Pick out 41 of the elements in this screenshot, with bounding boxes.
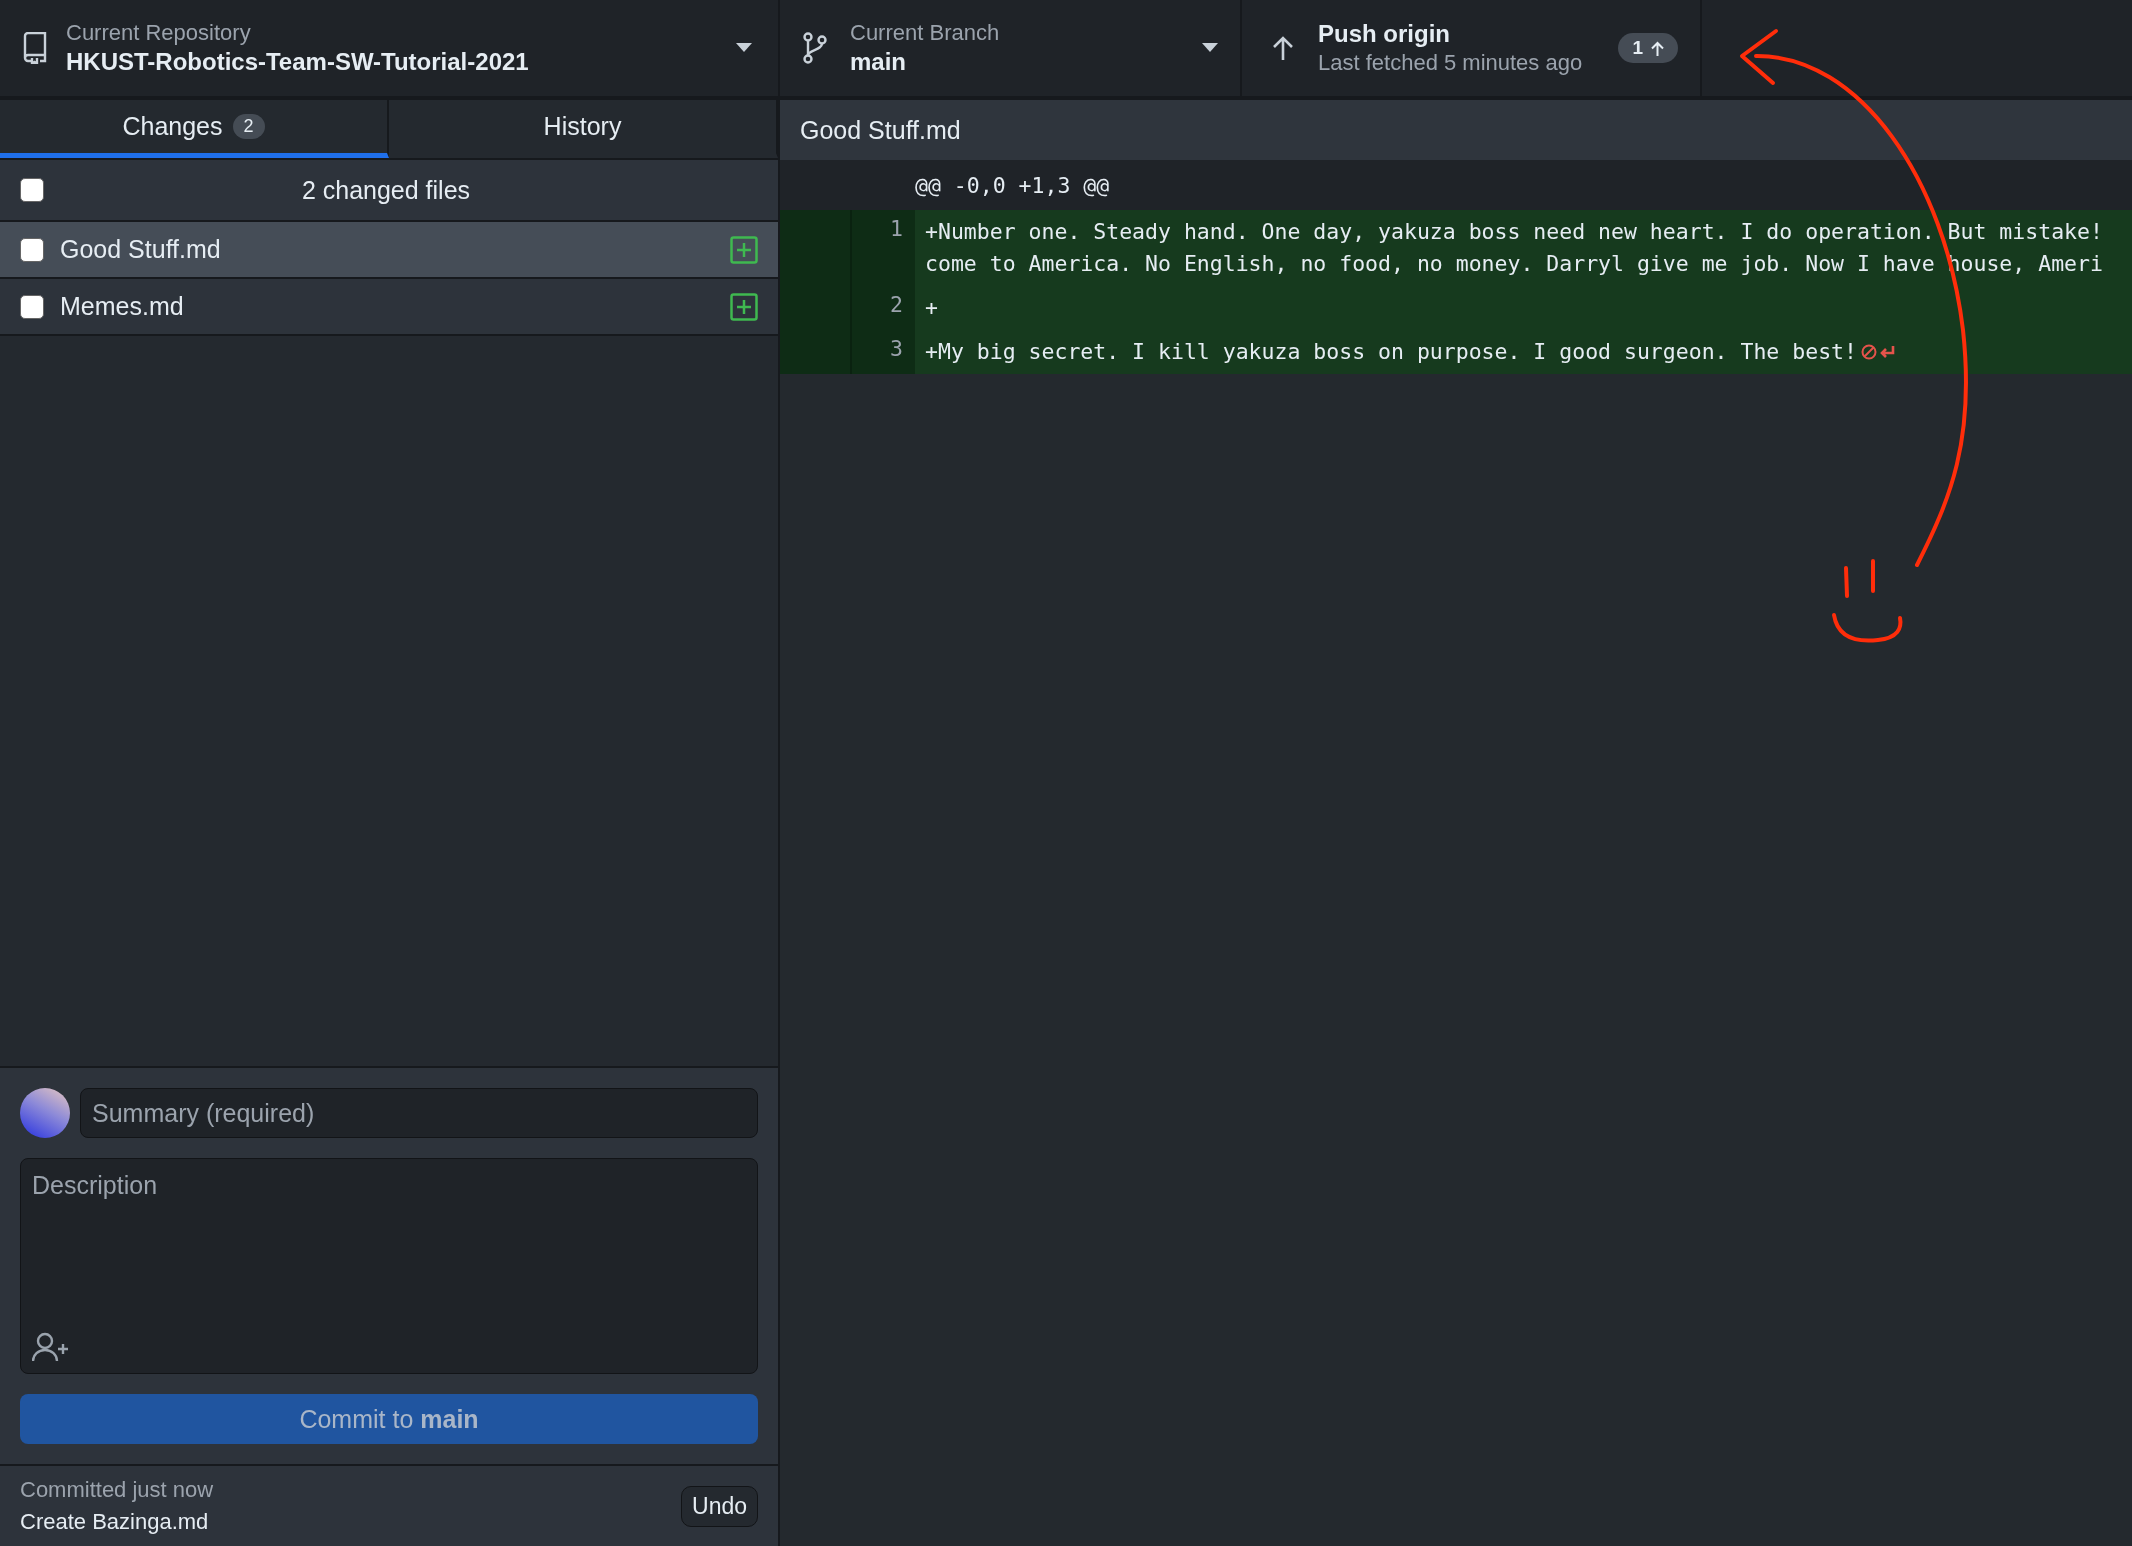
code-line: +Number one. Steady hand. One day, yakuza boss need new heart. I do operation. But mistake! xyxy=(925,218,2103,246)
caret-icon xyxy=(736,43,752,53)
up-arrow-icon xyxy=(1651,40,1664,56)
push-title: Push origin xyxy=(1318,20,1451,48)
changed-files-count: 2 changed files xyxy=(300,175,472,205)
summary-field[interactable]: Summary (required) xyxy=(80,1088,758,1138)
select-all-checkbox[interactable] xyxy=(20,178,44,202)
file-name: Memes.md xyxy=(60,292,185,321)
file-checkbox[interactable] xyxy=(20,237,44,262)
branch-name: main xyxy=(850,48,907,76)
branch-selector[interactable]: Current Branch main xyxy=(780,0,1242,100)
count-badge: 2 xyxy=(232,114,265,139)
line-number: 2 xyxy=(889,291,904,319)
code-line: + xyxy=(925,294,938,322)
repository-selector[interactable]: Current Repository HKUST-Robotics-Team-SW-Tutorial-2021 xyxy=(0,0,778,100)
commit-time: Committed just now xyxy=(20,1477,215,1503)
repository-label: Current Repository xyxy=(66,20,252,46)
add-coauthor-icon[interactable] xyxy=(32,1332,70,1362)
hunk-header: @@ -0,0 +1,3 @@ xyxy=(915,172,1110,198)
file-row[interactable]: Memes.md xyxy=(0,279,778,336)
tab[interactable]: History xyxy=(389,100,778,158)
caret-icon xyxy=(1202,43,1218,53)
diff-file-name: Good Stuff.md xyxy=(800,115,961,145)
repository-name: HKUST-Robotics-Team-SW-Tutorial-2021 xyxy=(66,48,530,76)
branch-icon xyxy=(802,31,828,65)
undo-button[interactable]: Undo xyxy=(681,1485,758,1527)
ahead-count-badge: 1 xyxy=(1618,33,1678,63)
file-name: Good Stuff.md xyxy=(60,235,222,264)
file-checkbox[interactable] xyxy=(20,294,44,319)
file-row[interactable]: Good Stuff.md xyxy=(0,222,778,279)
avatar xyxy=(20,1088,70,1138)
description-field[interactable]: Description xyxy=(20,1158,758,1374)
last-fetched-text: Last fetched 5 minutes ago xyxy=(1318,50,1584,76)
push-button[interactable]: Push origin Last fetched 5 minutes ago 1 xyxy=(1242,0,1702,100)
up-arrow-icon xyxy=(1272,35,1294,61)
line-number: 1 xyxy=(889,215,904,243)
repository-icon xyxy=(22,32,48,64)
code-line: +My big secret. I kill yakuza boss on purpose. I good surgeon. The best! xyxy=(925,338,1857,366)
line-number: 3 xyxy=(889,335,904,363)
branch-label: Current Branch xyxy=(850,20,1001,46)
commit-message: Create Bazinga.md xyxy=(20,1509,210,1535)
